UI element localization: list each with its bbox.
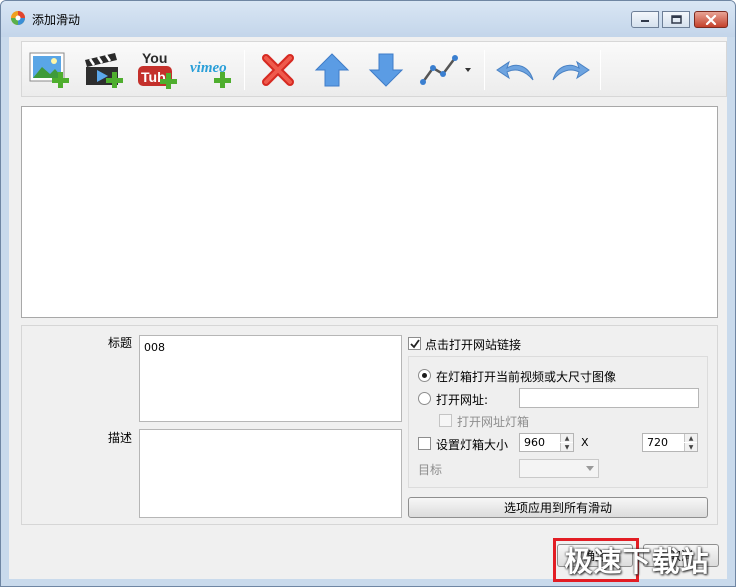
add-vimeo-button[interactable]: vimeo bbox=[188, 48, 236, 92]
maximize-button[interactable] bbox=[662, 11, 690, 28]
redo-icon bbox=[552, 60, 590, 81]
open-site-link-label: 点击打开网站链接 bbox=[425, 338, 522, 352]
toolbar-separator bbox=[600, 50, 601, 90]
motion-path-dropdown[interactable] bbox=[416, 48, 476, 92]
minimize-icon bbox=[641, 19, 649, 22]
minimize-button[interactable] bbox=[631, 11, 659, 28]
chevron-down-icon bbox=[586, 466, 594, 471]
undo-icon bbox=[496, 60, 534, 81]
window-title: 添加滑动 bbox=[32, 13, 81, 27]
open-url-input[interactable] bbox=[519, 388, 699, 408]
dialog-window: 添加滑动 You Tub vimeo 标题 008 描述 点击打开网站链接 在灯… bbox=[0, 0, 736, 587]
set-lightbox-size-label: 设置灯箱大小 bbox=[436, 438, 509, 452]
lightbox-width-value: 960 bbox=[524, 436, 545, 449]
apply-to-all-slides-button[interactable]: 选项应用到所有滑动 bbox=[408, 497, 708, 518]
undo-button[interactable] bbox=[492, 48, 540, 92]
lightbox-media-radio[interactable] bbox=[418, 369, 431, 382]
open-url-radio[interactable] bbox=[418, 392, 431, 405]
title-bar: 添加滑动 bbox=[1, 1, 735, 37]
move-down-button[interactable] bbox=[362, 48, 410, 92]
move-up-icon bbox=[314, 53, 350, 87]
description-input[interactable] bbox=[139, 429, 402, 518]
add-youtube-icon: You Tub bbox=[138, 50, 177, 89]
add-vimeo-icon: vimeo bbox=[190, 60, 231, 88]
link-options-group: 在灯箱打开当前视频或大尺寸图像 打开网址: 打开网址灯箱 设置灯箱大小 960 … bbox=[408, 356, 708, 488]
target-select[interactable] bbox=[519, 459, 599, 478]
youtube-top-text: You bbox=[142, 50, 167, 66]
add-image-icon bbox=[29, 52, 69, 88]
set-lightbox-size-checkbox[interactable] bbox=[418, 437, 431, 450]
move-down-icon bbox=[368, 53, 404, 87]
close-icon bbox=[705, 14, 717, 25]
delete-icon bbox=[262, 54, 294, 86]
dialog-client-area: You Tub vimeo 标题 008 描述 点击打开网站链接 在灯箱打开当前… bbox=[9, 37, 727, 579]
slide-properties-panel: 标题 008 描述 点击打开网站链接 在灯箱打开当前视频或大尺寸图像 打开网址:… bbox=[21, 325, 718, 525]
spin-down-icon[interactable]: ▼ bbox=[684, 443, 697, 451]
lightbox-width-spinner[interactable]: 960 ▲ ▼ bbox=[519, 433, 574, 452]
close-button[interactable] bbox=[694, 11, 728, 28]
open-site-link-checkbox[interactable] bbox=[408, 337, 421, 350]
title-input[interactable]: 008 bbox=[139, 335, 402, 422]
lightbox-media-label: 在灯箱打开当前视频或大尺寸图像 bbox=[436, 370, 617, 384]
toolbar-separator bbox=[484, 50, 485, 90]
spin-up-icon[interactable]: ▲ bbox=[560, 434, 573, 442]
radio-selected-dot bbox=[422, 373, 427, 378]
checkmark-icon bbox=[409, 338, 420, 348]
redo-button[interactable] bbox=[546, 48, 594, 92]
open-url-lightbox-checkbox[interactable] bbox=[439, 414, 452, 427]
add-video-icon bbox=[85, 53, 123, 88]
size-separator-label: X bbox=[581, 436, 589, 449]
add-video-button[interactable] bbox=[80, 48, 128, 92]
spin-down-icon[interactable]: ▼ bbox=[560, 443, 573, 451]
open-url-lightbox-label: 打开网址灯箱 bbox=[457, 415, 530, 429]
toolbar: You Tub vimeo bbox=[21, 41, 727, 97]
add-youtube-button[interactable]: You Tub bbox=[134, 48, 182, 92]
delete-button[interactable] bbox=[254, 48, 302, 92]
slides-list[interactable] bbox=[21, 106, 718, 318]
lightbox-height-value: 720 bbox=[647, 436, 668, 449]
description-label: 描述 bbox=[108, 431, 133, 445]
target-label: 目标 bbox=[418, 463, 443, 477]
path-dropdown-icon bbox=[420, 55, 471, 85]
app-logo-icon bbox=[11, 11, 25, 25]
title-label: 标题 bbox=[108, 336, 133, 350]
maximize-icon bbox=[670, 15, 682, 24]
lightbox-height-spinner[interactable]: 720 ▲ ▼ bbox=[642, 433, 698, 452]
open-url-label: 打开网址: bbox=[436, 393, 489, 407]
toolbar-separator bbox=[244, 50, 245, 90]
add-image-button[interactable] bbox=[26, 48, 74, 92]
move-up-button[interactable] bbox=[308, 48, 356, 92]
spin-up-icon[interactable]: ▲ bbox=[684, 434, 697, 442]
watermark: 极速下载站 bbox=[564, 545, 710, 578]
